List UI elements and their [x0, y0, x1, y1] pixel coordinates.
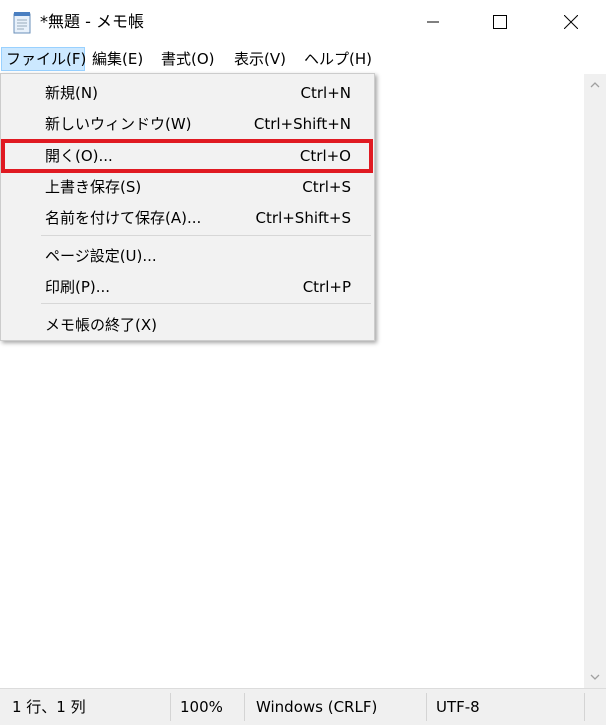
menu-item-label: 開く(O)...: [45, 147, 113, 165]
chevron-down-icon: [590, 674, 600, 680]
window-title: *無題 - メモ帳: [40, 12, 144, 31]
menu-item-label: メモ帳の終了(X): [45, 316, 157, 334]
maximize-button[interactable]: [467, 0, 533, 44]
menu-item-shortcut: Ctrl+P: [302, 278, 351, 296]
close-icon: [564, 15, 578, 29]
menu-item-label: 新規(N): [45, 84, 98, 102]
menu-separator: [41, 235, 371, 236]
minimize-button[interactable]: [400, 0, 466, 44]
menu-separator: [41, 303, 371, 304]
status-encoding: UTF-8: [436, 698, 480, 716]
menu-help[interactable]: ヘルプ(H): [300, 47, 376, 71]
menu-item-shortcut: Ctrl+O: [299, 147, 351, 165]
menu-item-shortcut: Ctrl+N: [300, 84, 351, 102]
minimize-icon: [427, 21, 439, 23]
menu-file[interactable]: ファイル(F): [1, 47, 86, 71]
status-line-ending: Windows (CRLF): [256, 698, 378, 716]
status-zoom: 100%: [180, 698, 223, 716]
menu-item-save-as[interactable]: 名前を付けて保存(A)... Ctrl+Shift+S: [3, 203, 372, 233]
chevron-up-icon: [590, 82, 600, 88]
menu-item-label: 印刷(P)...: [45, 278, 111, 296]
menu-item-shortcut: Ctrl+Shift+N: [253, 115, 351, 133]
menu-item-new[interactable]: 新規(N) Ctrl+N: [3, 78, 372, 108]
menu-item-page-setup[interactable]: ページ設定(U)...: [3, 241, 372, 271]
menu-item-label: 上書き保存(S): [45, 178, 142, 196]
status-divider: [244, 693, 245, 721]
status-cursor-position: 1 行、1 列: [12, 698, 86, 716]
maximize-icon: [493, 15, 507, 29]
scroll-down-button[interactable]: [584, 666, 606, 688]
menu-format[interactable]: 書式(O): [157, 47, 219, 71]
status-bar: 1 行、1 列 100% Windows (CRLF) UTF-8: [0, 688, 606, 725]
scroll-up-button[interactable]: [584, 74, 606, 96]
close-button[interactable]: [538, 0, 604, 44]
menu-item-exit[interactable]: メモ帳の終了(X): [3, 310, 372, 340]
menu-view[interactable]: 表示(V): [230, 47, 290, 71]
notepad-icon: [12, 10, 32, 34]
menu-item-print[interactable]: 印刷(P)... Ctrl+P: [3, 272, 372, 302]
title-bar: *無題 - メモ帳: [0, 0, 606, 44]
file-menu-dropdown: 新規(N) Ctrl+N 新しいウィンドウ(W) Ctrl+Shift+N 開く…: [0, 73, 375, 341]
status-divider: [426, 693, 427, 721]
status-divider: [170, 693, 171, 721]
menu-item-open[interactable]: 開く(O)... Ctrl+O: [3, 141, 372, 171]
menu-edit[interactable]: 編集(E): [88, 47, 147, 71]
menu-item-new-window[interactable]: 新しいウィンドウ(W) Ctrl+Shift+N: [3, 109, 372, 139]
menu-item-shortcut: Ctrl+Shift+S: [255, 209, 351, 227]
status-divider: [584, 693, 585, 721]
menu-item-label: 新しいウィンドウ(W): [45, 115, 192, 133]
vertical-scrollbar[interactable]: [584, 74, 606, 688]
menu-item-save[interactable]: 上書き保存(S) Ctrl+S: [3, 172, 372, 202]
menu-item-label: 名前を付けて保存(A)...: [45, 209, 202, 227]
menu-item-label: ページ設定(U)...: [45, 247, 157, 265]
menu-bar: ファイル(F) 編集(E) 書式(O) 表示(V) ヘルプ(H): [0, 45, 606, 73]
menu-item-shortcut: Ctrl+S: [302, 178, 351, 196]
